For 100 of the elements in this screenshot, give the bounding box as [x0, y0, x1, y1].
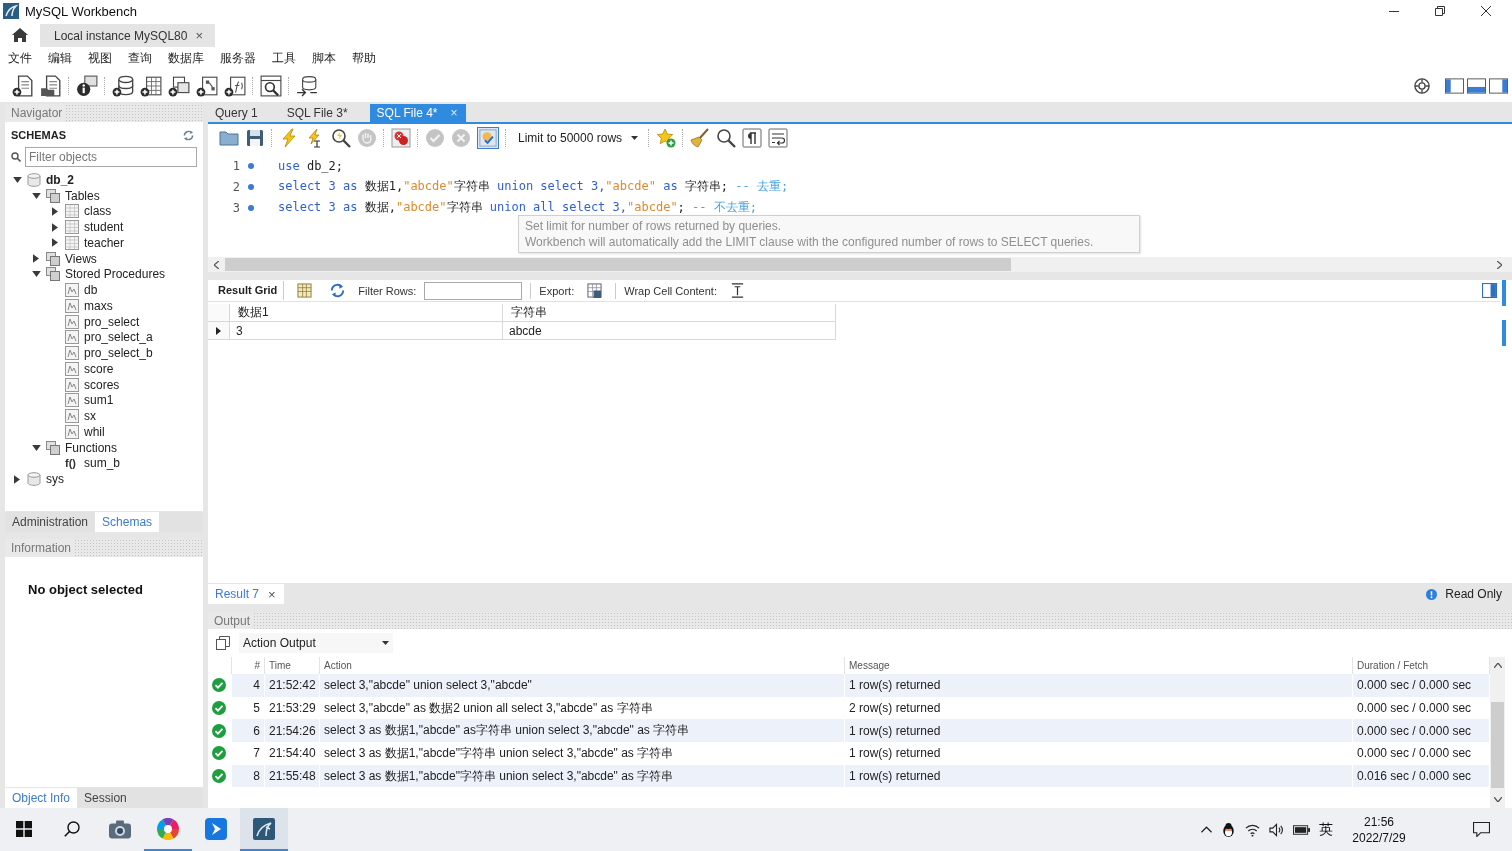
tree-item[interactable]: db_2 [46, 172, 74, 187]
tree-item[interactable]: score [84, 361, 114, 376]
caret-down-icon[interactable] [12, 176, 22, 183]
sidebar-tab[interactable]: Schemas [95, 512, 160, 532]
caret-down-icon[interactable] [31, 192, 41, 199]
menu-item[interactable]: 服务器 [220, 50, 256, 67]
tree-item[interactable]: sx [84, 409, 96, 424]
tree-item[interactable]: maxs [84, 298, 113, 313]
magnifier-lightning-icon[interactable] [331, 128, 351, 148]
menu-item[interactable]: 数据库 [168, 50, 204, 67]
menu-item[interactable]: 脚本 [312, 50, 336, 67]
scrollbar-thumb[interactable] [225, 258, 1011, 271]
menu-item[interactable]: 编辑 [48, 50, 72, 67]
tree-item[interactable]: pro_select [84, 314, 140, 329]
chevron-up-icon[interactable] [1201, 826, 1212, 833]
tree-item[interactable]: student [84, 220, 124, 235]
taskbar-date[interactable]: 2022/7/29 [1352, 829, 1406, 846]
minimize-icon[interactable] [1389, 10, 1399, 12]
scrollbar-track[interactable] [208, 257, 1512, 272]
check-circle-icon[interactable] [425, 128, 445, 148]
text-wrap-icon[interactable] [729, 283, 745, 298]
bottom-panel-layout-icon[interactable] [1467, 78, 1486, 94]
scroll-left-icon[interactable] [214, 260, 219, 269]
tree-item[interactable]: whil [84, 424, 105, 439]
view-plus-icon[interactable] [168, 75, 190, 97]
tree-item[interactable]: scores [84, 377, 120, 392]
info-icon[interactable] [76, 75, 98, 97]
taskbar-time[interactable]: 21:56 [1364, 813, 1394, 830]
result-tab[interactable]: Result 7 × [208, 584, 284, 604]
scroll-right-icon[interactable] [1497, 260, 1502, 269]
limit-dropdown[interactable]: Limit to 50000 rows [513, 128, 642, 148]
menu-item[interactable]: 文件 [8, 50, 32, 67]
menu-item[interactable]: 工具 [272, 50, 296, 67]
sidebar-layout-icon[interactable] [1445, 78, 1464, 94]
tree-item[interactable]: db [84, 283, 98, 298]
restore-icon[interactable] [1435, 6, 1445, 16]
tree-item[interactable]: class [84, 204, 112, 219]
editor-tab[interactable]: SQL File 3* [279, 104, 370, 122]
broom-icon[interactable] [690, 128, 710, 148]
paragraph-mark-icon[interactable] [742, 128, 762, 148]
caret-right-icon[interactable] [14, 474, 20, 484]
tree-item[interactable]: sys [46, 472, 64, 487]
document-folder-icon[interactable] [40, 75, 62, 97]
caret-down-icon[interactable] [31, 271, 41, 278]
folder-icon[interactable] [219, 128, 239, 148]
tab-close-button[interactable]: × [195, 28, 203, 43]
caret-down-icon[interactable] [31, 444, 41, 451]
taskbar-app-button[interactable] [240, 808, 288, 851]
save-icon[interactable] [245, 128, 265, 148]
volume-icon[interactable] [1269, 822, 1284, 837]
editor-tab[interactable]: Query 1 [208, 104, 280, 122]
tree-item[interactable]: sum_b [84, 456, 121, 471]
panel-toggle-icon[interactable] [1482, 283, 1497, 298]
refresh-icon[interactable] [330, 283, 346, 298]
connection-tab[interactable]: Local instance MySQL80 × [40, 24, 215, 47]
tree-item[interactable]: Functions [65, 440, 118, 455]
column-header[interactable]: 字符串 [503, 304, 836, 322]
close-icon[interactable] [1481, 6, 1491, 16]
wifi-icon[interactable] [1245, 822, 1260, 837]
settings-icon[interactable] [1414, 78, 1430, 94]
output-type-dropdown[interactable]: Action Output [239, 633, 393, 653]
penguin-icon[interactable] [1221, 822, 1236, 837]
menu-item[interactable]: 查询 [128, 50, 152, 67]
search-icon[interactable] [716, 128, 736, 148]
filter-rows-field[interactable] [424, 281, 523, 300]
copy-icon[interactable] [216, 636, 230, 650]
caret-right-icon[interactable] [33, 254, 39, 264]
search-table-icon[interactable] [260, 75, 282, 97]
word-wrap-icon[interactable] [768, 128, 788, 148]
tree-item[interactable]: pro_select_a [84, 330, 153, 345]
export-icon[interactable] [587, 283, 603, 298]
tree-item[interactable]: teacher [84, 235, 125, 250]
procedure-plus-icon[interactable] [196, 75, 218, 97]
tree-item[interactable]: Views [65, 251, 97, 266]
sidebar-tab[interactable]: Session [77, 788, 134, 808]
menu-item[interactable]: 帮助 [352, 50, 376, 67]
caret-right-icon[interactable] [52, 238, 58, 248]
tree-item[interactable]: pro_select_b [84, 346, 153, 361]
form-grid-icon[interactable] [297, 283, 313, 298]
document-plus-icon[interactable] [12, 75, 34, 97]
tree-item[interactable]: sum1 [84, 393, 114, 408]
menu-item[interactable]: 视图 [88, 50, 112, 67]
database-plus-icon[interactable] [112, 75, 134, 97]
error-toggle-icon[interactable] [391, 128, 411, 148]
scrollbar-thumb[interactable] [1491, 702, 1504, 788]
refresh-icon[interactable] [183, 129, 194, 141]
scroll-down-icon[interactable] [1493, 797, 1502, 802]
input-method-indicator[interactable]: 英 [1319, 820, 1333, 839]
tree-item[interactable]: Stored Procedures [65, 267, 166, 282]
tree-item[interactable]: Tables [65, 188, 100, 203]
caret-right-icon[interactable] [52, 206, 58, 216]
battery-icon[interactable] [1293, 824, 1310, 835]
row-header[interactable] [208, 322, 230, 340]
home-icon[interactable] [12, 28, 28, 42]
scrollbar-track[interactable] [1490, 657, 1505, 808]
result-grid-tab[interactable]: Result Grid [212, 281, 285, 300]
editor-tab[interactable]: SQL File 4* × [369, 104, 466, 122]
function-plus-icon[interactable] [224, 75, 246, 97]
reconnect-icon[interactable] [296, 75, 318, 97]
star-plus-icon[interactable] [656, 128, 676, 148]
